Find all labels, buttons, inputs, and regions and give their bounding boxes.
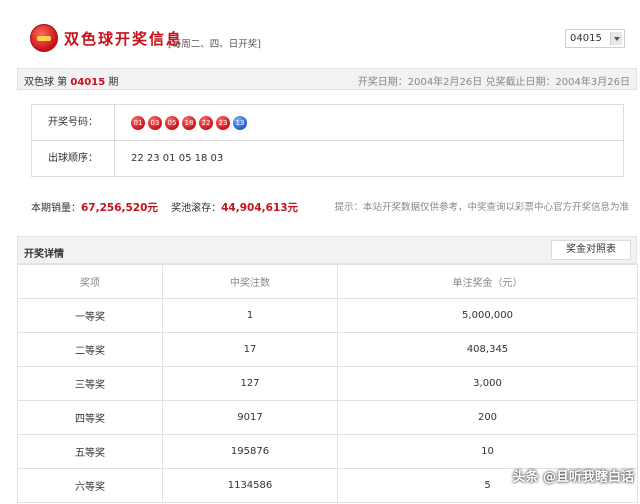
sales-label: 本期销量： xyxy=(31,203,81,214)
pool-label: 奖池滚存： xyxy=(171,203,222,214)
table-row: 五等奖 195876 10 xyxy=(17,434,638,469)
prize-details-title: 开奖详情 xyxy=(24,249,64,260)
game-name: 双色球 第 xyxy=(24,77,68,88)
issue-heading: 双色球 第 04015 期 xyxy=(24,73,118,88)
column-header-amount: 单注奖金（元） xyxy=(337,264,638,299)
prize-tier: 二等奖 xyxy=(17,332,163,367)
lottery-logo-icon xyxy=(30,24,58,52)
winner-count: 9017 xyxy=(162,400,338,435)
sales-summary: 本期销量：67,256,520元 奖池滚存：44,904,613元 提示：本站开… xyxy=(31,199,629,215)
prize-tier: 六等奖 xyxy=(17,468,163,503)
issue-suffix: 期 xyxy=(108,77,119,88)
prize-tier: 三等奖 xyxy=(17,366,163,401)
winning-numbers-row: 开奖号码： 01 03 05 18 22 23 13 xyxy=(32,105,623,141)
issue-select[interactable]: 04015 xyxy=(565,29,625,48)
table-row: 三等奖 127 3,000 xyxy=(17,366,638,401)
red-ball: 05 xyxy=(165,116,179,130)
draw-schedule: [每周二、四、日开奖] xyxy=(168,39,261,50)
winner-count: 1134586 xyxy=(162,468,338,503)
draw-order-value: 22 23 01 05 18 03 xyxy=(131,153,224,164)
table-header-row: 奖项 中奖注数 单注奖金（元） xyxy=(17,264,638,299)
page-title: 双色球开奖信息 xyxy=(64,30,184,48)
red-ball: 23 xyxy=(216,116,230,130)
red-ball: 22 xyxy=(199,116,213,130)
red-ball: 03 xyxy=(148,116,162,130)
column-header-winners: 中奖注数 xyxy=(162,264,338,299)
pool-value: 44,904,613元 xyxy=(221,202,299,214)
chevron-down-icon[interactable] xyxy=(610,32,622,45)
prize-details-header: 开奖详情 奖金对照表 xyxy=(17,236,637,264)
winner-count: 195876 xyxy=(162,434,338,469)
winner-count: 17 xyxy=(162,332,338,367)
disclaimer-hint: 提示：本站开奖数据仅供参考，中奖查询以彩票中心官方开奖信息为准 xyxy=(334,202,629,213)
red-ball: 01 xyxy=(131,116,145,130)
winner-count: 127 xyxy=(162,366,338,401)
draw-result-panel: 开奖号码： 01 03 05 18 22 23 13 出球顺序： 22 23 0… xyxy=(31,104,624,177)
table-row: 四等奖 9017 200 xyxy=(17,400,638,435)
issue-number: 04015 xyxy=(70,77,106,88)
prize-amount: 3,000 xyxy=(337,366,638,401)
draw-order-row: 出球顺序： 22 23 01 05 18 03 xyxy=(32,141,623,177)
prize-amount: 10 xyxy=(337,434,638,469)
red-ball: 18 xyxy=(182,116,196,130)
prize-amount: 200 xyxy=(337,400,638,435)
issue-select-value: 04015 xyxy=(570,33,602,44)
prize-amount: 408,345 xyxy=(337,332,638,367)
sales-value: 67,256,520元 xyxy=(81,202,158,214)
prize-tier: 四等奖 xyxy=(17,400,163,435)
prize-tier: 一等奖 xyxy=(17,298,163,333)
sales-figures: 本期销量：67,256,520元 奖池滚存：44,904,613元 xyxy=(31,199,298,215)
prize-comparison-button[interactable]: 奖金对照表 xyxy=(551,240,631,260)
draw-dates: 开奖日期：2004年2月26日 兑奖截止日期：2004年3月26日 xyxy=(357,77,630,88)
page-header: 双色球开奖信息 [每周二、四、日开奖] 04015 xyxy=(0,0,640,64)
winning-numbers-label: 开奖号码： xyxy=(32,105,115,141)
table-row: 二等奖 17 408,345 xyxy=(17,332,638,367)
prize-tier: 五等奖 xyxy=(17,434,163,469)
prize-amount: 5,000,000 xyxy=(337,298,638,333)
winning-balls: 01 03 05 18 22 23 13 xyxy=(131,116,247,130)
draw-order-label: 出球顺序： xyxy=(32,141,115,177)
winner-count: 1 xyxy=(162,298,338,333)
blue-ball: 13 xyxy=(233,116,247,130)
column-header-prize: 奖项 xyxy=(17,264,163,299)
watermark-text: 头条 @且听我瞎白话 xyxy=(512,470,634,485)
table-row: 一等奖 1 5,000,000 xyxy=(17,298,638,333)
issue-info-bar: 双色球 第 04015 期 开奖日期：2004年2月26日 兑奖截止日期：200… xyxy=(17,68,637,90)
